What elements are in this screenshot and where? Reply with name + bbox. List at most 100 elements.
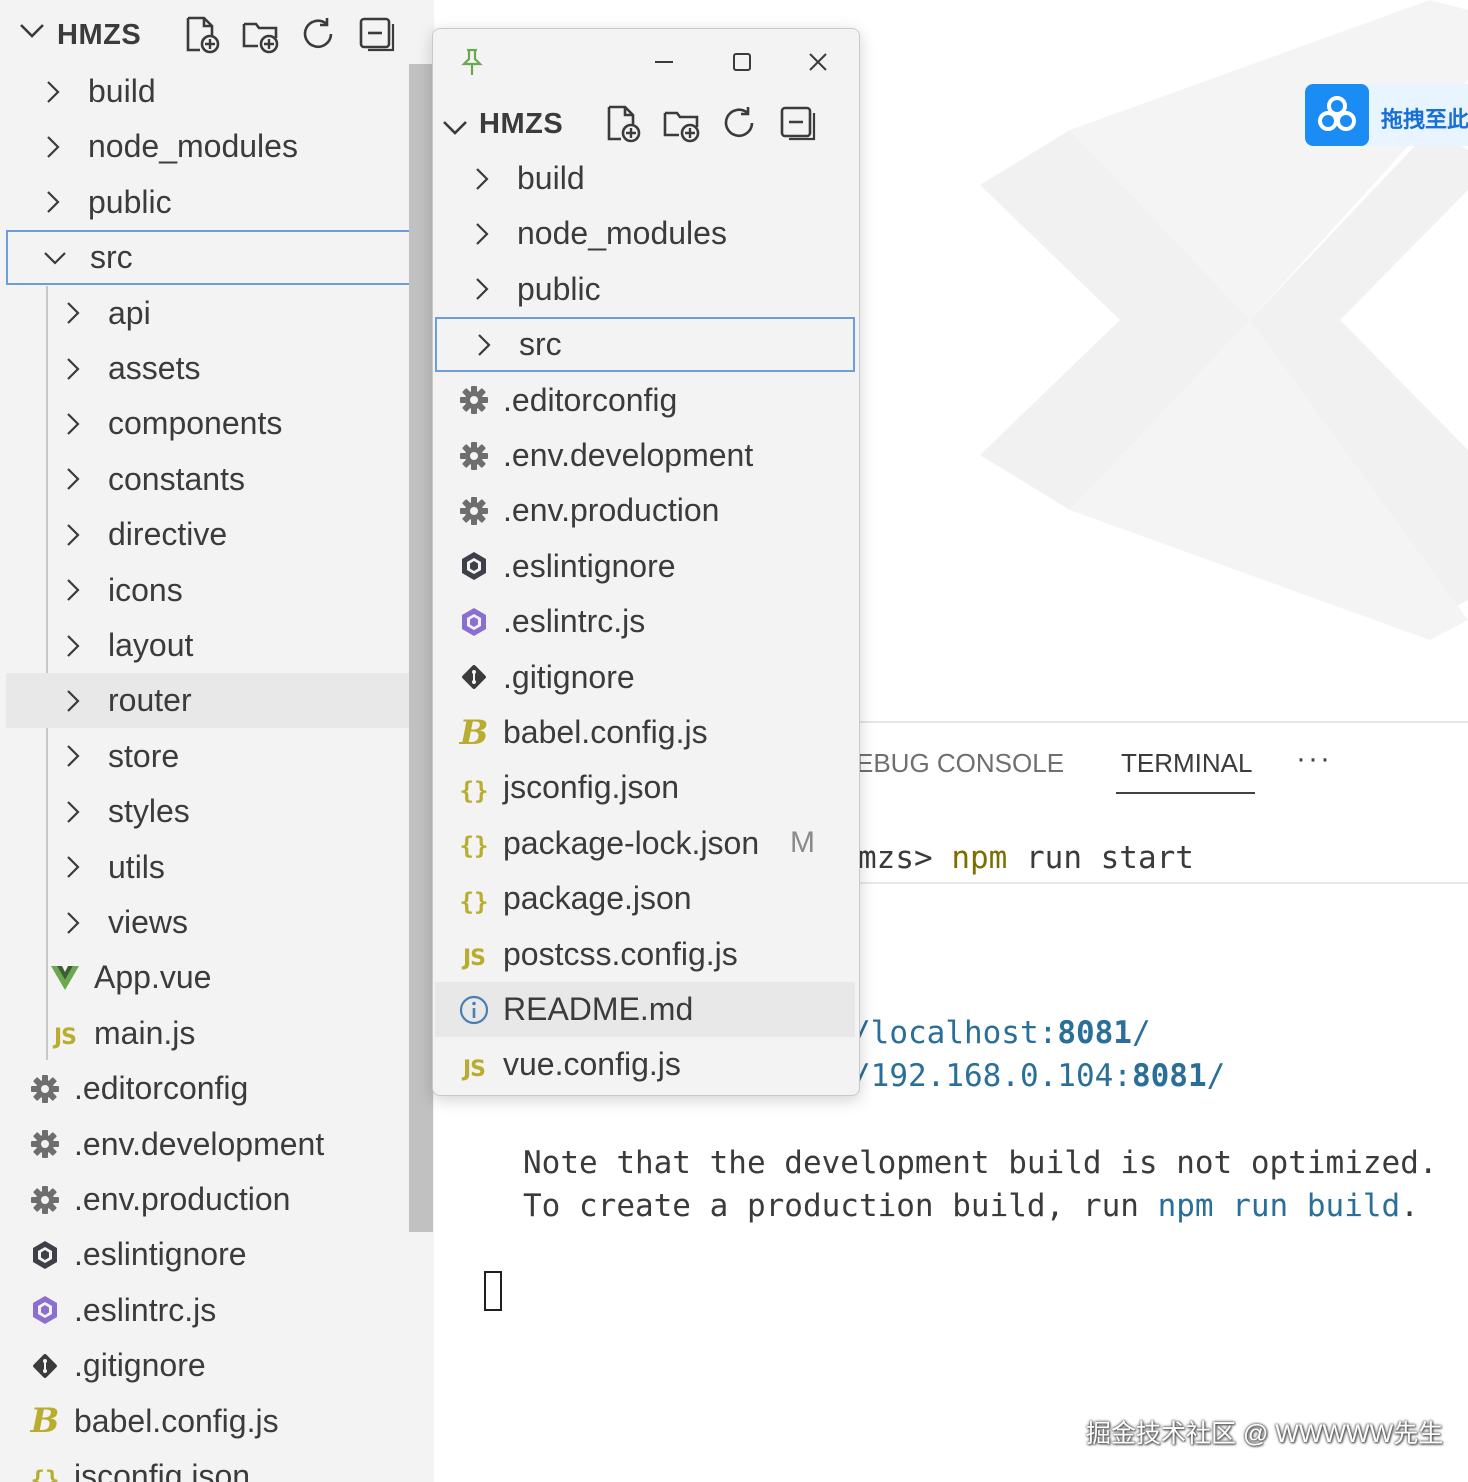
gear-icon bbox=[28, 1127, 62, 1161]
chevron-right-icon[interactable] bbox=[60, 522, 86, 548]
tab-debug-console[interactable]: EBUG CONSOLE bbox=[856, 748, 1064, 779]
explorer-title[interactable]: HMZS bbox=[57, 19, 141, 52]
new-folder-icon[interactable] bbox=[661, 103, 701, 148]
tree-item-public[interactable]: public bbox=[435, 262, 855, 317]
tree-item-styles[interactable]: styles bbox=[6, 784, 432, 839]
terminal-local-url[interactable]: /localhost:8081/ bbox=[852, 1015, 1151, 1051]
tree-item-dot-env-development[interactable]: .env.development bbox=[435, 428, 855, 483]
floating-explorer-window[interactable]: HMZS build node_modules public src .editorco… bbox=[432, 28, 860, 1096]
tree-item-package-json[interactable]: {} package.json bbox=[435, 871, 855, 926]
tree-item-src[interactable]: src bbox=[435, 317, 855, 373]
chevron-right-icon[interactable] bbox=[60, 633, 86, 659]
tree-item-public[interactable]: public bbox=[6, 175, 432, 230]
tree-item-readme-md[interactable]: README.md bbox=[435, 982, 855, 1037]
more-actions-icon[interactable]: ··· bbox=[1296, 742, 1332, 776]
close-icon[interactable] bbox=[801, 45, 835, 79]
collapse-all-icon[interactable] bbox=[777, 103, 817, 148]
chevron-right-icon[interactable] bbox=[60, 743, 86, 769]
tree-item-jsconfig-json[interactable]: {} jsconfig.json bbox=[435, 760, 855, 815]
chevron-right-icon[interactable] bbox=[60, 854, 86, 880]
tree-item-label: build bbox=[88, 73, 156, 109]
pin-icon[interactable] bbox=[457, 47, 487, 82]
new-file-icon[interactable] bbox=[603, 103, 643, 148]
chevron-right-icon[interactable] bbox=[471, 332, 497, 358]
tree-item-package-lock-json[interactable]: {} package-lock.json M bbox=[435, 816, 855, 871]
chevron-right-icon[interactable] bbox=[60, 300, 86, 326]
window-titlebar[interactable] bbox=[433, 29, 859, 95]
tree-item-label: .gitignore bbox=[74, 1347, 206, 1384]
tree-item-dot-editorconfig[interactable]: .editorconfig bbox=[435, 373, 855, 428]
new-folder-icon[interactable] bbox=[240, 14, 280, 59]
chevron-right-icon[interactable] bbox=[60, 910, 86, 936]
tree-item-label: src bbox=[519, 326, 562, 363]
tree-item-jsconfig-json[interactable]: {} jsconfig.json bbox=[6, 1449, 432, 1482]
tree-item-views[interactable]: views bbox=[6, 895, 432, 950]
chevron-right-icon[interactable] bbox=[60, 688, 86, 714]
tree-item-node-modules[interactable]: node_modules bbox=[6, 119, 432, 174]
tree-item-label: jsconfig.json bbox=[74, 1458, 251, 1482]
tree-item-dot-eslintrc-js[interactable]: .eslintrc.js bbox=[435, 594, 855, 649]
chevron-down-icon[interactable] bbox=[18, 16, 46, 52]
chevron-right-icon[interactable] bbox=[60, 466, 86, 492]
maximize-icon[interactable] bbox=[725, 45, 759, 79]
explorer-scrollbar[interactable] bbox=[409, 64, 433, 1232]
tree-item-src[interactable]: src bbox=[6, 230, 432, 286]
collapse-all-icon[interactable] bbox=[356, 14, 396, 59]
tree-item-dot-env-production[interactable]: .env.production bbox=[435, 483, 855, 538]
tree-item-vue-config-js[interactable]: JS vue.config.js bbox=[435, 1037, 855, 1092]
tree-item-postcss-config-js[interactable]: JS postcss.config.js bbox=[435, 927, 855, 982]
chevron-right-icon[interactable] bbox=[40, 134, 66, 160]
tree-item-dot-env-development[interactable]: .env.development bbox=[6, 1117, 432, 1172]
tree-item-label: router bbox=[108, 682, 192, 719]
tree-item-directive[interactable]: directive bbox=[6, 507, 432, 562]
chevron-down-icon[interactable] bbox=[441, 113, 469, 149]
new-file-icon[interactable] bbox=[182, 14, 222, 59]
chevron-right-icon[interactable] bbox=[60, 799, 86, 825]
chevron-right-icon[interactable] bbox=[40, 189, 66, 215]
chevron-right-icon[interactable] bbox=[60, 577, 86, 603]
eslint-ignore-icon bbox=[28, 1238, 62, 1272]
chevron-down-icon[interactable] bbox=[42, 245, 68, 271]
tree-item-build[interactable]: build bbox=[6, 64, 432, 119]
tree-item-router[interactable]: router bbox=[6, 673, 432, 729]
chevron-right-icon[interactable] bbox=[469, 166, 495, 192]
tree-item-store[interactable]: store bbox=[6, 729, 432, 784]
tree-item-dot-gitignore[interactable]: .gitignore bbox=[6, 1338, 432, 1393]
tree-item-app-vue[interactable]: App.vue bbox=[6, 950, 432, 1005]
tree-item-assets[interactable]: assets bbox=[6, 341, 432, 396]
chevron-right-icon[interactable] bbox=[60, 356, 86, 382]
json-icon: {} bbox=[459, 776, 489, 805]
tree-item-dot-eslintignore[interactable]: .eslintignore bbox=[6, 1227, 432, 1282]
tree-item-node-modules[interactable]: node_modules bbox=[435, 206, 855, 261]
tree-item-babel-config-js[interactable]: Bbabel.config.js bbox=[435, 705, 855, 760]
minimize-icon[interactable] bbox=[647, 45, 681, 79]
floating-explorer-title[interactable]: HMZS bbox=[479, 108, 563, 141]
chevron-right-icon[interactable] bbox=[40, 79, 66, 105]
tree-item-dot-eslintrc-js[interactable]: .eslintrc.js bbox=[6, 1283, 432, 1338]
tree-item-babel-config-js[interactable]: Bbabel.config.js bbox=[6, 1394, 432, 1449]
tree-item-api[interactable]: api bbox=[6, 286, 432, 341]
baidu-drop-button[interactable]: 拖拽至此 bbox=[1305, 84, 1468, 146]
tab-terminal[interactable]: TERMINAL bbox=[1121, 748, 1252, 779]
eslint-ignore-icon bbox=[457, 549, 491, 583]
tree-item-icons[interactable]: icons bbox=[6, 563, 432, 618]
tree-item-main-js[interactable]: JS main.js bbox=[6, 1006, 432, 1061]
refresh-icon[interactable] bbox=[298, 14, 338, 59]
chevron-right-icon[interactable] bbox=[469, 276, 495, 302]
local-url-prefix: /localhost: bbox=[852, 1015, 1058, 1051]
chevron-right-icon[interactable] bbox=[469, 221, 495, 247]
tree-item-layout[interactable]: layout bbox=[6, 618, 432, 673]
chevron-right-icon[interactable] bbox=[60, 411, 86, 437]
tree-item-constants[interactable]: constants bbox=[6, 452, 432, 507]
tree-item-label: postcss.config.js bbox=[503, 935, 738, 972]
terminal-network-url[interactable]: /192.168.0.104:8081/ bbox=[852, 1058, 1225, 1094]
tree-item-dot-gitignore[interactable]: .gitignore bbox=[435, 650, 855, 705]
tree-item-dot-eslintignore[interactable]: .eslintignore bbox=[435, 539, 855, 594]
tree-item-dot-editorconfig[interactable]: .editorconfig bbox=[6, 1061, 432, 1116]
tree-item-build[interactable]: build bbox=[435, 151, 855, 206]
tree-item-dot-env-production[interactable]: .env.production bbox=[6, 1172, 432, 1227]
refresh-icon[interactable] bbox=[719, 103, 759, 148]
tree-item-components[interactable]: components bbox=[6, 396, 432, 451]
tree-item-utils[interactable]: utils bbox=[6, 840, 432, 895]
tree-item-label: components bbox=[108, 405, 283, 442]
